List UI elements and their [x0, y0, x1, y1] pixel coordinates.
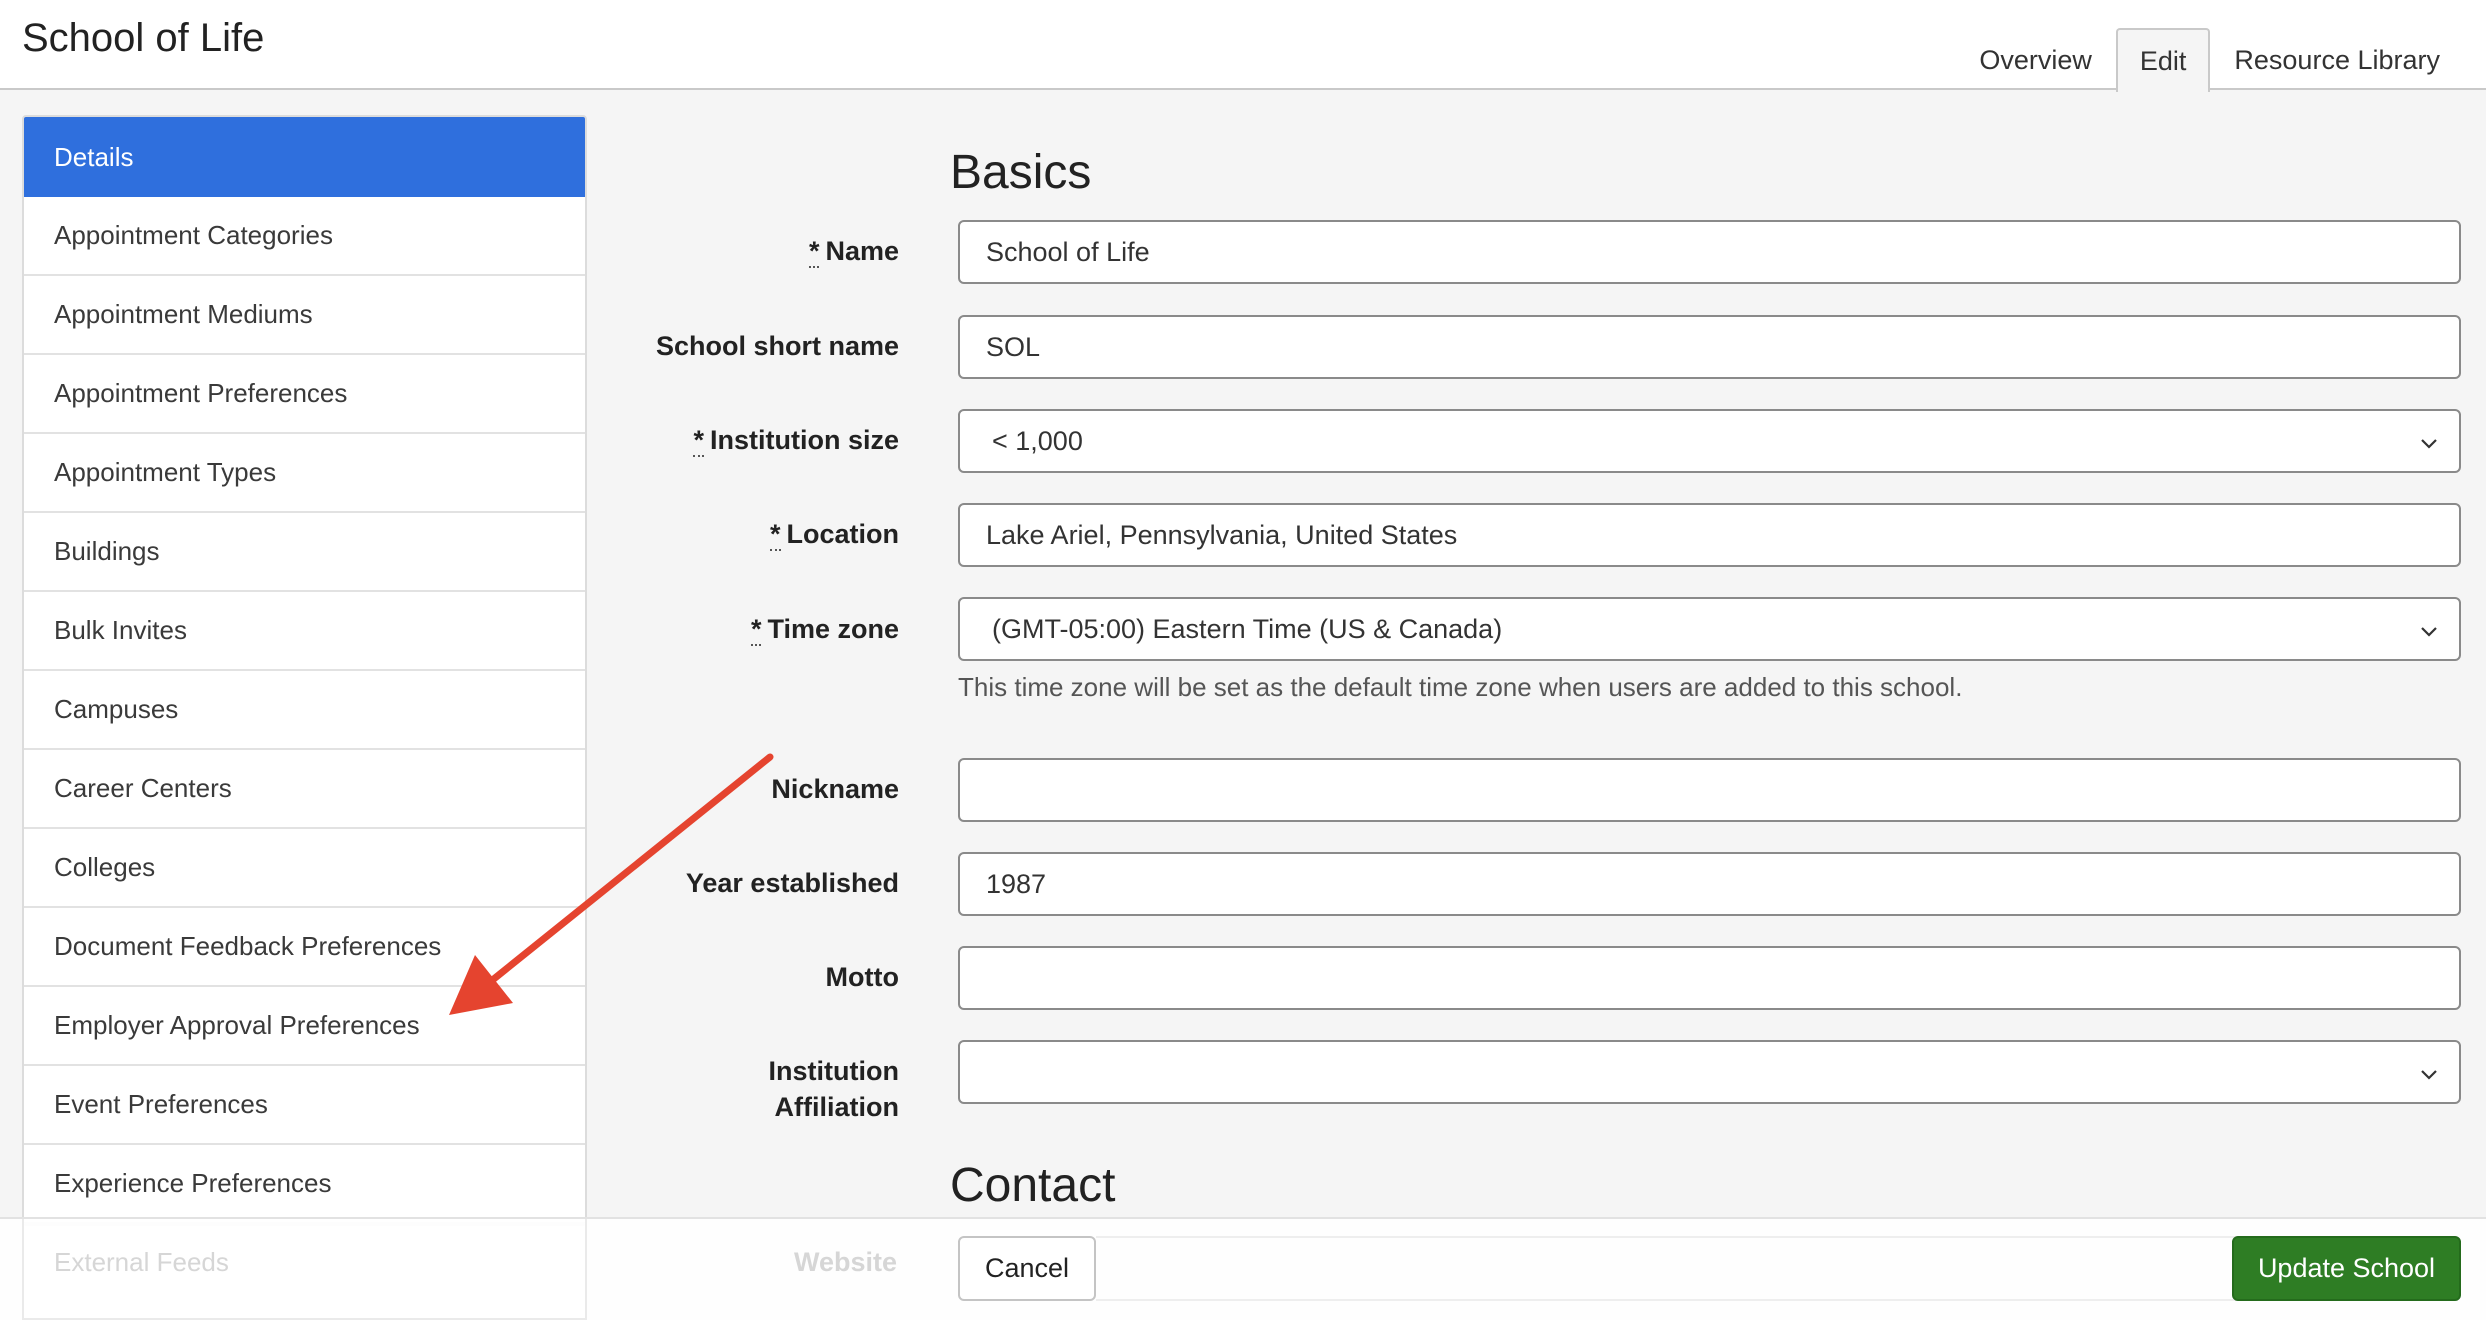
year-established-input[interactable]: 1987	[958, 852, 2461, 916]
institution-affiliation-label: Institution Affiliation	[768, 1056, 899, 1122]
name-label: * Name	[808, 236, 899, 268]
sidebar-item-appointment-categories[interactable]: Appointment Categories	[24, 197, 585, 276]
short-name-input[interactable]: SOL	[958, 315, 2461, 379]
sidebar-item-appointment-types[interactable]: Appointment Types	[24, 434, 585, 513]
required-marker: *	[693, 425, 704, 457]
sidebar-item-details[interactable]: Details	[24, 117, 585, 197]
institution-size-label: * Institution size	[693, 425, 899, 457]
top-header: School of Life Overview Edit Resource Li…	[0, 0, 2486, 92]
tab-overview[interactable]: Overview	[1955, 28, 2116, 90]
page-title: School of Life	[22, 16, 265, 60]
chevron-down-icon	[2421, 439, 2437, 449]
sidebar-item-document-feedback-preferences[interactable]: Document Feedback Preferences	[24, 908, 585, 987]
settings-sidebar: Details Appointment Categories Appointme…	[22, 115, 587, 1226]
contact-heading: Contact	[950, 1159, 1116, 1212]
sidebar-item-career-centers[interactable]: Career Centers	[24, 750, 585, 829]
sidebar-item-colleges[interactable]: Colleges	[24, 829, 585, 908]
website-label: Website	[794, 1247, 898, 1277]
sidebar-item-experience-preferences[interactable]: Experience Preferences	[24, 1145, 585, 1224]
time-zone-hint: This time zone will be set as the defaul…	[958, 672, 1963, 702]
sidebar-item-bulk-invites[interactable]: Bulk Invites	[24, 592, 585, 671]
motto-label: Motto	[825, 962, 899, 992]
required-marker: *	[750, 614, 762, 646]
tab-bar: Overview Edit Resource Library	[1955, 28, 2464, 92]
sidebar-item-employer-approval-preferences[interactable]: Employer Approval Preferences	[24, 987, 585, 1066]
year-established-label: Year established	[685, 868, 899, 898]
basics-heading: Basics	[950, 146, 1092, 199]
sidebar-item-event-preferences[interactable]: Event Preferences	[24, 1066, 585, 1145]
sidebar-item-appointment-preferences[interactable]: Appointment Preferences	[24, 355, 585, 434]
sidebar-item-campuses[interactable]: Campuses	[24, 671, 585, 750]
short-name-label: School short name	[655, 331, 899, 361]
sidebar-item-external-feeds[interactable]: External Feeds	[54, 1247, 229, 1278]
time-zone-label: * Time zone	[750, 614, 899, 646]
nickname-input[interactable]	[958, 758, 2461, 822]
name-input[interactable]: School of Life	[958, 220, 2461, 284]
tab-edit[interactable]: Edit	[2115, 28, 2211, 92]
website-input[interactable]	[1096, 1236, 2236, 1301]
time-zone-select[interactable]: (GMT-05:00) Eastern Time (US & Canada)	[958, 597, 2461, 661]
location-label: * Location	[769, 519, 899, 551]
cancel-button[interactable]: Cancel	[958, 1236, 1096, 1301]
required-marker: *	[808, 236, 820, 268]
motto-input[interactable]	[958, 946, 2461, 1010]
chevron-down-icon	[2421, 627, 2437, 637]
sidebar-item-buildings[interactable]: Buildings	[24, 513, 585, 592]
tab-resource-library[interactable]: Resource Library	[2210, 28, 2464, 90]
location-input[interactable]: Lake Ariel, Pennsylvania, United States	[958, 503, 2461, 567]
required-marker: *	[769, 519, 781, 551]
update-school-button[interactable]: Update School	[2232, 1236, 2461, 1301]
institution-affiliation-select[interactable]	[958, 1040, 2461, 1104]
chevron-down-icon	[2421, 1070, 2437, 1080]
nickname-label: Nickname	[771, 774, 899, 804]
sidebar-item-appointment-mediums[interactable]: Appointment Mediums	[24, 276, 585, 355]
institution-size-select[interactable]: < 1,000	[958, 409, 2461, 473]
